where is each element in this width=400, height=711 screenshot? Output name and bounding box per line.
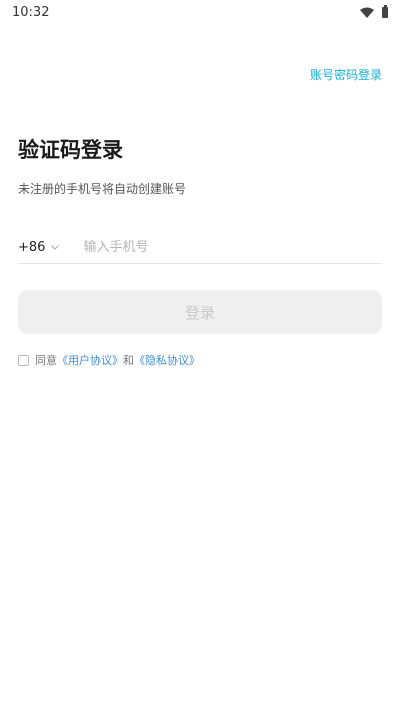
status-icons (360, 4, 388, 18)
country-code-selector[interactable]: +86 (18, 240, 60, 255)
status-time: 10:32 (12, 4, 50, 20)
password-login-link[interactable]: 账号密码登录 (310, 66, 382, 83)
status-bar: 10:32 (0, 0, 400, 24)
page-subtitle: 未注册的手机号将自动创建账号 (18, 182, 187, 196)
wifi-icon (360, 7, 374, 18)
agreement-prefix: 同意 (35, 354, 57, 367)
agreement-conjunction: 和 (123, 354, 134, 367)
battery-icon (382, 4, 388, 18)
phone-input-row: +86 (18, 232, 382, 264)
user-agreement-link[interactable]: 《用户协议》 (57, 352, 123, 368)
agree-checkbox[interactable] (18, 354, 29, 366)
chevron-down-icon (51, 245, 60, 250)
privacy-policy-link[interactable]: 《隐私协议》 (134, 352, 200, 368)
page-title: 验证码登录 (18, 138, 123, 162)
agreement-row: 同意 《用户协议》 和 《隐私协议》 (18, 352, 200, 368)
login-button[interactable]: 登录 (18, 290, 382, 334)
phone-input[interactable] (83, 240, 344, 255)
country-code-label: +86 (18, 240, 46, 255)
